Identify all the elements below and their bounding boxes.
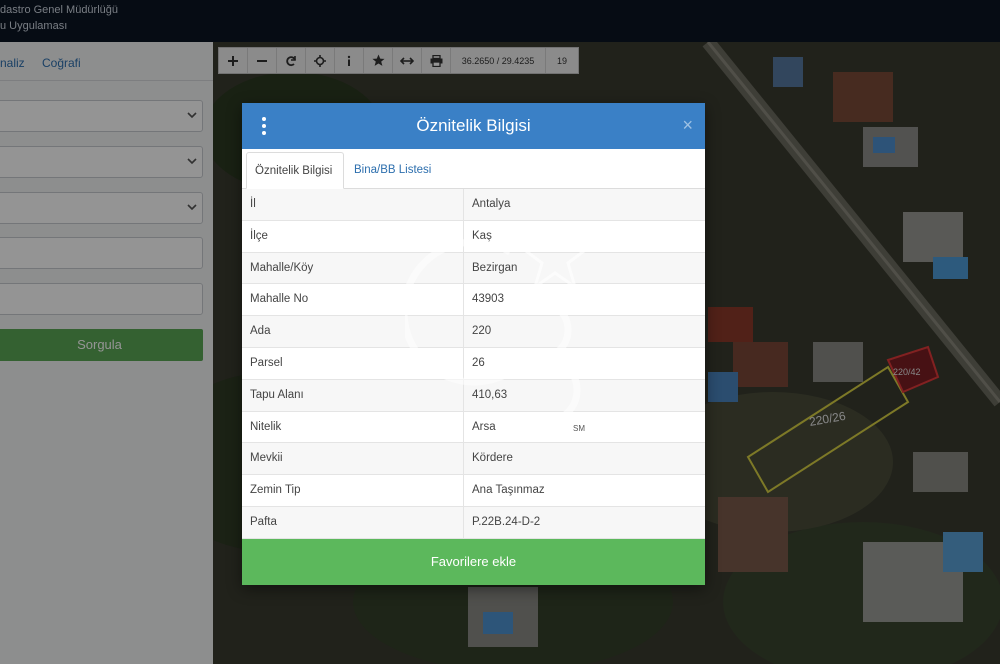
row-value: Antalya (472, 198, 511, 210)
dialog-tabs: Öznitelik Bilgisi Bina/BB Listesi (242, 149, 705, 189)
row-value: Kaş (472, 229, 492, 242)
row-value: 43903 (472, 293, 504, 306)
attribute-info-dialog: Öznitelik Bilgisi × Öznitelik Bilgisi Bi… (242, 103, 705, 585)
add-to-favorites-button[interactable]: Favorilere ekle (242, 539, 705, 585)
row-key: İl (250, 198, 256, 210)
dialog-title: Öznitelik Bilgisi (416, 116, 531, 135)
table-row: Zemin Tip Ana Taşınmaz (242, 475, 705, 507)
row-value: Bezirgan (472, 261, 518, 274)
table-row: Pafta P.22B.24-D-2 (242, 506, 705, 539)
row-value: 26 (472, 356, 485, 369)
row-key: Mevkii (250, 452, 283, 465)
row-key: Mahalle/Köy (250, 261, 314, 274)
tab-building-list[interactable]: Bina/BB Listesi (346, 152, 439, 189)
close-icon[interactable]: × (682, 115, 693, 135)
table-row: Nitelik Arsa (242, 411, 705, 444)
row-key: Pafta (250, 515, 277, 528)
table-row: Mahalle/Köy Bezirgan (242, 252, 705, 285)
table-row: Mahalle No 43903 (242, 284, 705, 317)
row-key: Tapu Alanı (250, 388, 304, 401)
row-key: Parsel (250, 356, 283, 369)
tab-attribute-info[interactable]: Öznitelik Bilgisi (246, 152, 344, 189)
row-key: Zemin Tip (250, 484, 301, 497)
attribute-table: İl Antalya İlçe Kaş Mahalle/Köy Bezirgan Ma… (242, 189, 705, 539)
row-value: Ana Taşınmaz (472, 484, 545, 497)
table-row: Mevkii Kördere (242, 443, 705, 476)
row-key: İlçe (250, 229, 268, 242)
row-value: 410,63 (472, 388, 508, 401)
table-row: İl Antalya (242, 189, 705, 221)
table-row: İlçe Kaş (242, 220, 705, 253)
table-row: Parsel 26 (242, 347, 705, 380)
dialog-header: Öznitelik Bilgisi × (242, 103, 705, 149)
table-row: Ada 220 (242, 316, 705, 348)
row-key: Mahalle No (250, 293, 309, 306)
row-value: Kördere (472, 452, 513, 465)
row-value: Arsa (472, 420, 496, 433)
row-key: Nitelik (250, 420, 282, 433)
row-value: P.22B.24-D-2 (472, 515, 541, 528)
table-row: Tapu Alanı 410,63 (242, 379, 705, 412)
row-key: Ada (250, 325, 271, 338)
row-value: 220 (472, 325, 492, 338)
